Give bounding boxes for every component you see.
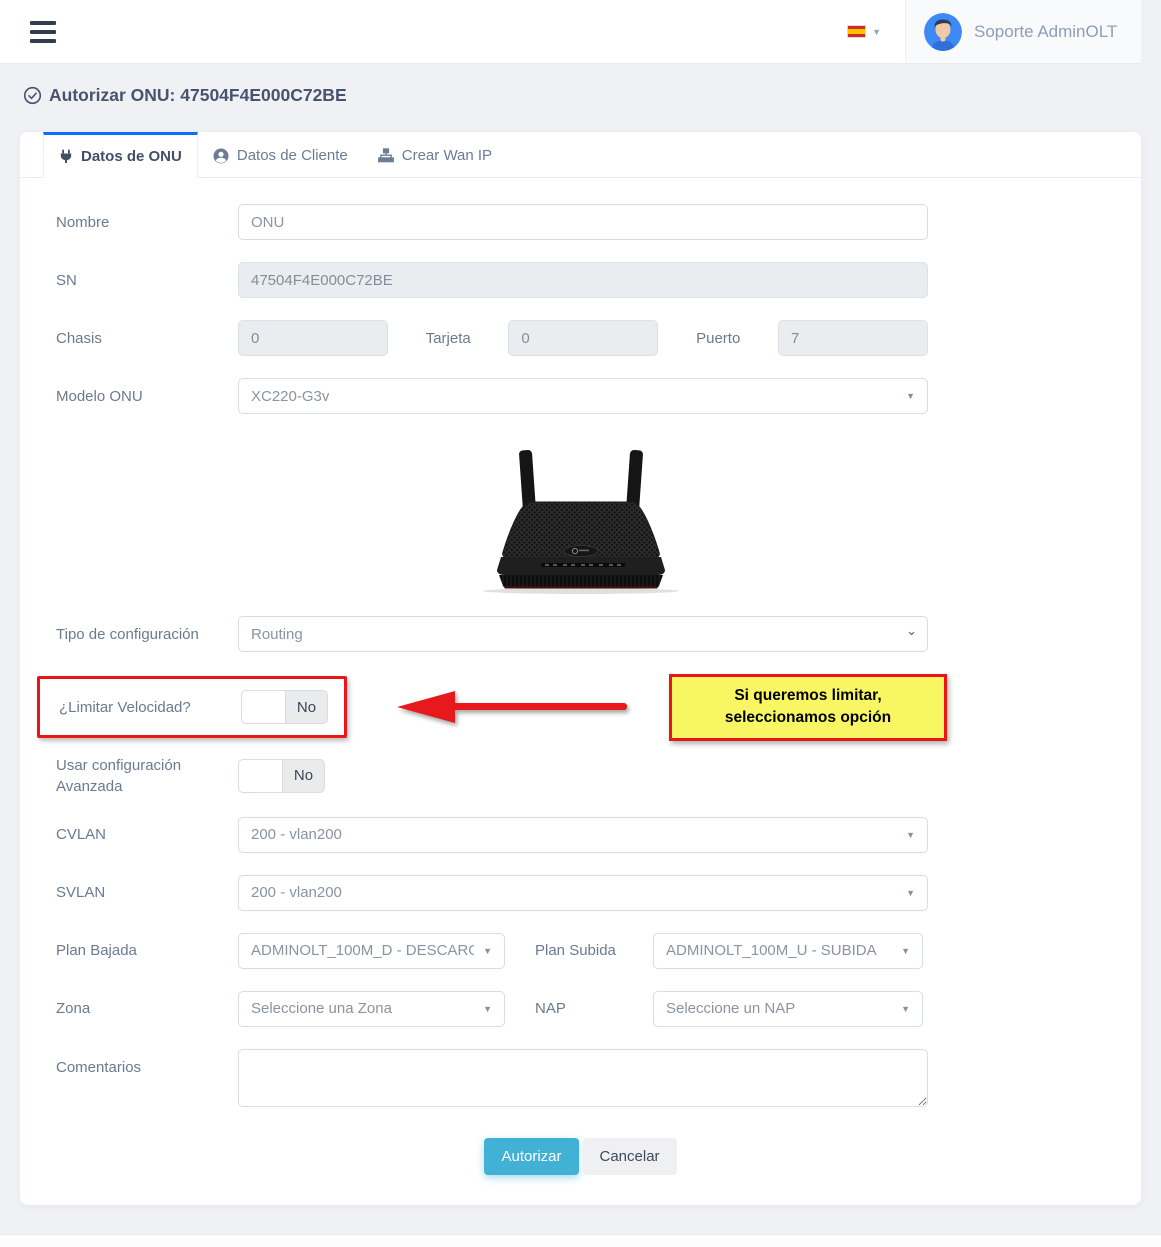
plan-bajada-label: Plan Bajada [56,940,238,961]
user-name: Soporte AdminOLT [974,22,1117,42]
tab-crear-wan-ip[interactable]: Crear Wan IP [363,132,507,177]
selected-value: 200 - vlan200 [251,826,342,843]
modelo-onu-select[interactable]: XC220-G3v ▼ [238,378,928,414]
form-row-cvlan: CVLAN 200 - vlan200 ▼ [56,817,1105,853]
tarjeta-label: Tarjeta [426,330,471,347]
onu-model-image [56,436,1105,594]
zona-label: Zona [56,998,238,1019]
tab-label: Crear Wan IP [402,147,492,164]
authorize-onu-card: Datos de ONU Datos de Cliente [20,132,1141,1205]
comentarios-textarea[interactable] [238,1049,928,1107]
selected-value: Routing [251,626,303,643]
check-circle-icon [23,86,42,105]
tipo-configuracion-select[interactable]: Routing ⌄ [238,616,928,652]
menu-hamburger-icon[interactable] [30,21,56,43]
selected-value: Seleccione una Zona [251,1000,392,1017]
autorizar-button[interactable]: Autorizar [484,1138,578,1175]
avatar [924,13,962,51]
cvlan-select[interactable]: 200 - vlan200 ▼ [238,817,928,853]
nap-label: NAP [535,1000,653,1017]
selected-value: ADMINOLT_100M_D - DESCARGA [251,942,474,959]
tab-label: Datos de Cliente [237,147,348,164]
tarjeta-input [508,320,658,356]
selected-value: XC220-G3v [251,388,329,405]
form-row-limitar-velocidad: ¿Limitar Velocidad? No Si queremos limit… [37,674,1105,741]
form-row-usar-avanzada: Usar configuración Avanzada No [56,755,1105,797]
chasis-label: Chasis [56,328,238,349]
chevron-down-icon: ▼ [901,1004,910,1014]
selected-value: ADMINOLT_100M_U - SUBIDA [666,942,877,959]
puerto-input [778,320,928,356]
user-circle-icon [213,148,229,164]
tab-label: Datos de ONU [81,148,182,165]
annotation-note: Si queremos limitar, seleccionamos opció… [669,674,947,741]
chevron-down-icon: ▼ [906,888,915,898]
plug-icon [59,149,73,164]
plan-subida-label: Plan Subida [535,942,653,959]
form-row-sn: SN [56,262,1105,298]
highlight-red-box: ¿Limitar Velocidad? No [37,676,347,738]
sn-input [238,262,928,298]
toggle-state: No [283,760,324,792]
page-title: Autorizar ONU: 47504F4E000C72BE [49,85,347,106]
form-row-chasis: Chasis Tarjeta Puerto [56,320,1105,356]
svlan-select[interactable]: 200 - vlan200 ▼ [238,875,928,911]
chevron-down-icon: ▼ [906,391,915,401]
annotation-line-2: seleccionamos opción [676,707,940,729]
form-row-svlan: SVLAN 200 - vlan200 ▼ [56,875,1105,911]
nombre-label: Nombre [56,212,238,233]
form-row-comentarios: Comentarios [56,1049,1105,1112]
puerto-label: Puerto [696,330,740,347]
tipo-configuracion-label: Tipo de configuración [56,624,238,645]
toggle-knob [239,760,283,792]
selected-value: Seleccione un NAP [666,1000,795,1017]
limitar-velocidad-toggle[interactable]: No [241,690,328,724]
limitar-velocidad-label: ¿Limitar Velocidad? [59,697,241,718]
annotation-line-1: Si queremos limitar, [676,685,940,707]
red-arrow-icon [395,688,629,726]
form-row-zona-nap: Zona Seleccione una Zona ▼ NAP Seleccion… [56,991,1105,1027]
modelo-onu-label: Modelo ONU [56,386,238,407]
chevron-down-icon: ▼ [483,946,492,956]
usar-avanzada-toggle[interactable]: No [238,759,325,793]
form-row-modelo: Modelo ONU XC220-G3v ▼ [56,378,1105,414]
nap-select[interactable]: Seleccione un NAP ▼ [653,991,923,1027]
form-actions: Autorizar Cancelar [56,1138,1105,1175]
page-header: Autorizar ONU: 47504F4E000C72BE [0,63,1161,106]
user-menu[interactable]: Soporte AdminOLT [905,0,1141,63]
nombre-input[interactable] [238,204,928,240]
zona-select[interactable]: Seleccione una Zona ▼ [238,991,505,1027]
plan-subida-select[interactable]: ADMINOLT_100M_U - SUBIDA ▼ [653,933,923,969]
form-row-tipo-configuracion: Tipo de configuración Routing ⌄ [56,616,1105,652]
form-row-planes: Plan Bajada ADMINOLT_100M_D - DESCARGA ▼… [56,933,1105,969]
top-navbar: ▼ Soporte AdminOLT [0,0,1141,63]
tab-datos-de-cliente[interactable]: Datos de Cliente [198,132,363,177]
spain-flag-icon [847,25,866,38]
chevron-down-icon: ▼ [901,946,910,956]
usar-avanzada-label: Usar configuración Avanzada [56,755,238,797]
toggle-knob [242,691,286,723]
chevron-down-icon: ⌄ [906,623,917,639]
toggle-state: No [286,691,327,723]
footer-divider [0,1234,1161,1247]
chevron-down-icon: ▼ [872,27,881,37]
form-row-nombre: Nombre [56,204,1105,240]
chevron-down-icon: ▼ [483,1004,492,1014]
language-selector[interactable]: ▼ [823,25,905,38]
cvlan-label: CVLAN [56,824,238,845]
tab-bar: Datos de ONU Datos de Cliente [20,132,1141,178]
sitemap-icon [378,148,394,163]
onu-form: Nombre SN Chasis Tarjeta Puerto [20,178,1141,1205]
chasis-input [238,320,388,356]
plan-bajada-select[interactable]: ADMINOLT_100M_D - DESCARGA ▼ [238,933,505,969]
svlan-label: SVLAN [56,882,238,903]
selected-value: 200 - vlan200 [251,884,342,901]
chevron-down-icon: ▼ [906,830,915,840]
comentarios-label: Comentarios [56,1049,238,1078]
cancelar-button[interactable]: Cancelar [583,1138,677,1175]
tab-datos-de-onu[interactable]: Datos de ONU [43,132,198,178]
sn-label: SN [56,270,238,291]
